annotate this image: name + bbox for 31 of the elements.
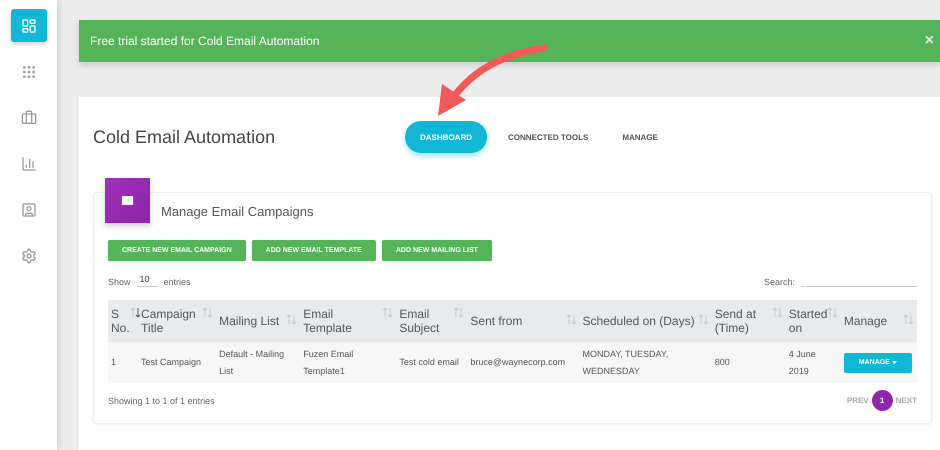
table-cell: Default - Mailing List xyxy=(219,348,284,376)
sort-icon[interactable] xyxy=(130,307,141,318)
settings-icon xyxy=(20,248,36,264)
column-header[interactable]: Manage xyxy=(844,314,888,328)
table-cell: 1 xyxy=(111,357,116,367)
alert-message: Free trial started for Cold Email Automation xyxy=(90,34,320,48)
table-cell: Test Campaign xyxy=(141,357,202,367)
table-cell: MONDAY, TUESDAY, WEDNESDAY xyxy=(582,348,668,376)
page-title: Cold Email Automation xyxy=(93,126,276,148)
tab[interactable]: CONNECTED TOOLS xyxy=(495,121,602,153)
column-header[interactable]: Sent from xyxy=(470,314,522,328)
grid-icon xyxy=(20,64,36,80)
caret-icon xyxy=(892,360,897,364)
table-cell: 4 June 2019 xyxy=(788,348,816,376)
contact-card-icon xyxy=(20,202,36,218)
page-button[interactable]: 1 xyxy=(872,390,893,411)
entries-select[interactable]: 10 xyxy=(136,274,158,287)
sidebar-item[interactable] xyxy=(10,9,46,42)
dashboard-icon xyxy=(20,18,36,34)
panel-title: Manage Email Campaigns xyxy=(161,204,314,219)
table-info: Showing 1 to 1 of 1 entries xyxy=(108,396,215,406)
show-label: Show xyxy=(108,277,131,287)
tab[interactable]: MANAGE xyxy=(609,121,671,153)
entries-label: entries xyxy=(164,277,191,287)
table-cell: 800 xyxy=(714,357,730,367)
search-label: Search: xyxy=(764,277,795,287)
bar-chart-icon xyxy=(20,156,36,172)
table-cell: Test cold email xyxy=(399,357,459,367)
table-cell: Fuzen Email Template1 xyxy=(303,348,354,376)
table-cell: bruce@waynecorp.com xyxy=(470,357,566,367)
briefcase-icon xyxy=(20,110,36,126)
